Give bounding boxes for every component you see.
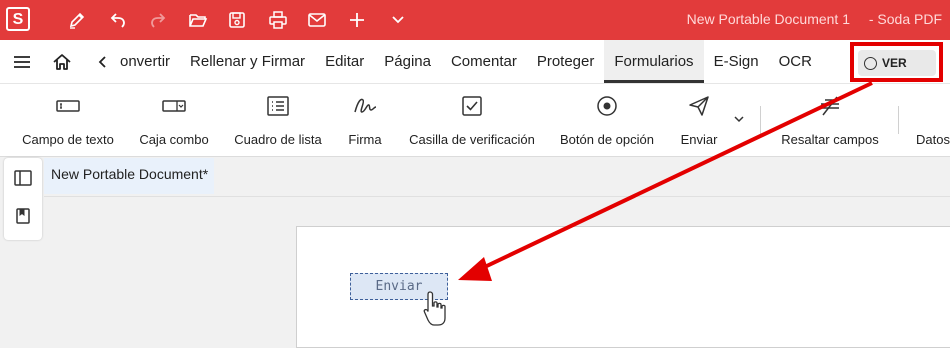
annotation-arrow xyxy=(458,81,873,281)
